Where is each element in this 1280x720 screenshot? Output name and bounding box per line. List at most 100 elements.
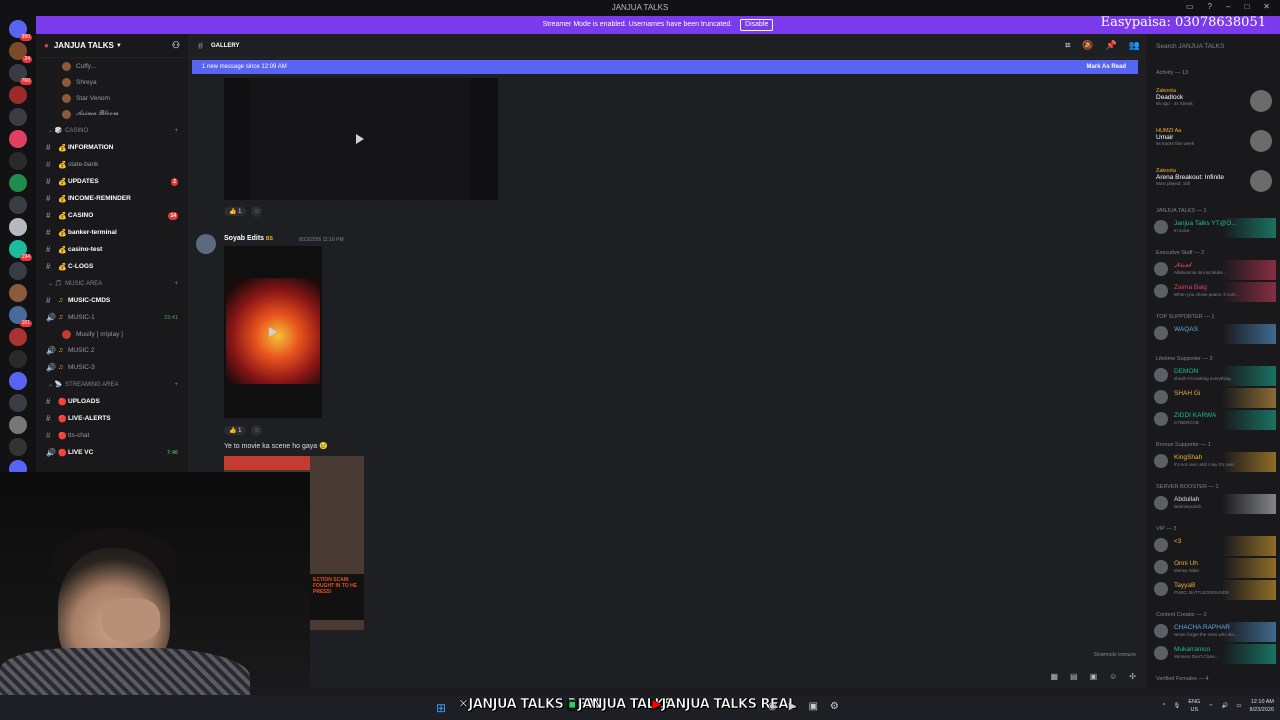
channel-item[interactable]: # 💰 UPDATES 2 [36, 173, 188, 190]
server-icon[interactable] [9, 262, 27, 280]
add-channel-icon[interactable]: + [174, 128, 178, 134]
volume-icon[interactable]: 🔊 [1221, 703, 1228, 709]
battery-icon[interactable]: ▭ [1236, 703, 1241, 709]
help-icon[interactable]: ? [1208, 2, 1212, 11]
server-icon[interactable]: 24 [9, 42, 32, 63]
activity-card[interactable]: Zakoota Arena Breakout: Infinite Most play… [1156, 168, 1276, 194]
invite-people-icon[interactable]: ⚇ [172, 40, 180, 51]
member-item[interactable]: SHAH Gi [1154, 388, 1276, 408]
add-channel-icon[interactable]: + [174, 382, 178, 388]
category-streaming[interactable]: ⌄ 📡 STREAMING AREA + [36, 376, 188, 393]
activity-card[interactable]: Zakoota Deadlock 6h ago · 4x Streak [1156, 88, 1276, 114]
member-item[interactable]: <3 [1154, 536, 1276, 556]
apps-icon[interactable]: ✣ [1129, 672, 1136, 681]
channel-item[interactable]: # 💰 C-LOGS [36, 258, 188, 275]
maximize-button[interactable]: □ [1244, 2, 1249, 11]
language-indicator[interactable]: ENG US [1188, 698, 1200, 714]
channel-item[interactable]: # 💰 casino-test [36, 241, 188, 258]
member-item[interactable]: KingShah It's not over until I say it's o… [1154, 452, 1276, 472]
member-list-icon[interactable]: 👥 [1129, 40, 1140, 51]
gift-icon[interactable]: ▦ [1050, 672, 1058, 681]
chevron-up-icon[interactable]: ^ [1163, 703, 1166, 709]
member-item[interactable]: WAQAS [1154, 324, 1276, 344]
minimize-button[interactable]: – [1226, 2, 1230, 11]
emoji-icon[interactable]: ☺ [1109, 672, 1117, 681]
threads-icon[interactable]: ⌗ [1065, 40, 1070, 51]
inbox-icon[interactable]: ▭ [1186, 2, 1194, 11]
media-icon[interactable]: ▶ [789, 701, 797, 712]
server-icon[interactable] [9, 130, 27, 148]
notification-icon[interactable]: 🔕 [1082, 40, 1093, 51]
play-icon[interactable] [356, 134, 364, 144]
category-music[interactable]: ⌄ 🎵 MUSIC AREA + [36, 275, 188, 292]
search-input[interactable]: Search JANJUA TALKS [1152, 40, 1274, 53]
channel-item[interactable]: # 🔴 LIVE-ALERTS [36, 410, 188, 427]
server-icon[interactable] [9, 174, 27, 192]
channel-item[interactable]: 🔊 ♫ MUSIC 2 [36, 342, 188, 359]
server-icon[interactable]: 194 [9, 240, 32, 261]
server-icon[interactable] [9, 196, 27, 214]
server-icon[interactable] [9, 108, 27, 126]
member-item[interactable]: 𝓝𝓲𝓼𝓪𝓵 Allahumma inni as'aluka... [1154, 260, 1276, 280]
discord-icon[interactable]: ◉ [768, 701, 777, 712]
channel-item[interactable]: # 💰 INCOME-REMINDER [36, 190, 188, 207]
server-icon[interactable] [9, 86, 27, 104]
channel-item[interactable]: # 🔴 UPLOADS [36, 393, 188, 410]
member-item[interactable]: ZIDDI KARWA CYBERCAB [1154, 410, 1276, 430]
activity-card[interactable]: HUMZI Aa Umair 8s tracks this week [1156, 128, 1276, 154]
channel-item[interactable]: 🔊 🔴 LIVE VC 7:46 [36, 444, 188, 461]
server-icon[interactable] [9, 394, 27, 412]
channel-item[interactable]: # 💰 banker-terminal [36, 224, 188, 241]
channel-item[interactable]: 🔊 ♫ MUSIC-1 23:41 [36, 309, 188, 326]
thumbs-up-reaction[interactable]: 👍 1 [224, 207, 247, 216]
video-attachment[interactable] [224, 78, 498, 200]
voice-user[interactable]: Shreya [36, 74, 188, 90]
close-button[interactable]: ✕ [1263, 2, 1270, 11]
member-item[interactable]: DEMON shush I'm looking everything [1154, 366, 1276, 386]
pin-icon[interactable]: 📌 [1106, 40, 1117, 51]
channel-item[interactable]: 🔊 ♫ MUSIC-3 [36, 359, 188, 376]
server-icon[interactable]: 161 [9, 306, 32, 327]
server-icon[interactable] [9, 328, 27, 346]
settings-icon[interactable]: ⚙ [830, 701, 839, 712]
add-channel-icon[interactable]: + [174, 281, 178, 287]
voice-user[interactable]: Cuffy... [36, 58, 188, 74]
server-icon[interactable] [9, 218, 27, 236]
server-header[interactable]: ● JANJUA TALKS ▼ ⚇ [36, 34, 188, 58]
server-icon[interactable]: 760 [9, 64, 32, 85]
member-item[interactable]: Mukarramco Winners Don't Close... [1154, 644, 1276, 664]
voice-user[interactable]: 𝓐𝓼𝓲𝓶𝓪 𝓑𝓵𝓸𝓸𝓶 [36, 106, 188, 122]
server-icon[interactable] [9, 284, 27, 302]
member-item[interactable]: Janjua Talks YT@O... In voice [1154, 218, 1276, 238]
message-author[interactable]: Soyab Edits BS [224, 235, 273, 242]
add-reaction-icon[interactable]: ☺ [251, 206, 263, 217]
sticker-icon[interactable]: ▣ [1090, 672, 1098, 681]
voice-user[interactable]: Musify [ m!play ] [36, 326, 188, 342]
mark-as-read-button[interactable]: Mark As Read [1087, 60, 1126, 74]
thumbs-up-reaction[interactable]: 👍 1 [224, 426, 247, 435]
member-item[interactable]: TayyaB PUBG: BATTLEGROUNDS [1154, 580, 1276, 600]
channel-item[interactable]: # 💰 CASINO 14 [36, 207, 188, 224]
disable-button[interactable]: Disable [740, 19, 774, 31]
server-icon[interactable] [9, 152, 27, 170]
new-messages-bar[interactable]: 1 new message since 12:09 AM Mark As Rea… [192, 60, 1138, 74]
channel-item[interactable]: # 💰 state-bank [36, 156, 188, 173]
channel-item[interactable]: # 💰 INFORMATION [36, 139, 188, 156]
wifi-icon[interactable]: ⌔ [1208, 703, 1213, 710]
member-item[interactable]: Abdullah lamimeycatch [1154, 494, 1276, 514]
member-item[interactable]: CHACHA RAPHAR Never forget the ones who s… [1154, 622, 1276, 642]
mic-icon[interactable]: 🎙 [1173, 703, 1180, 709]
play-icon[interactable] [269, 327, 277, 337]
channel-item[interactable]: # 🔴 tts-chat [36, 427, 188, 444]
category-casino[interactable]: ⌄ 🎲 CASINO + [36, 122, 188, 139]
clock[interactable]: 12:10 AM 8/23/2026 [1250, 698, 1274, 714]
server-icon[interactable]: 990 [9, 20, 32, 41]
avatar[interactable] [196, 234, 216, 254]
member-item[interactable]: Zaima Baig When you chose peace, it com..… [1154, 282, 1276, 302]
server-icon[interactable] [9, 350, 27, 368]
server-icon[interactable] [9, 416, 27, 434]
channel-item[interactable]: # ♫ MUSIC-CMDS [36, 292, 188, 309]
server-icon[interactable] [9, 438, 27, 456]
voice-user[interactable]: Star Venom [36, 90, 188, 106]
gif-icon[interactable]: ▤ [1070, 672, 1078, 681]
